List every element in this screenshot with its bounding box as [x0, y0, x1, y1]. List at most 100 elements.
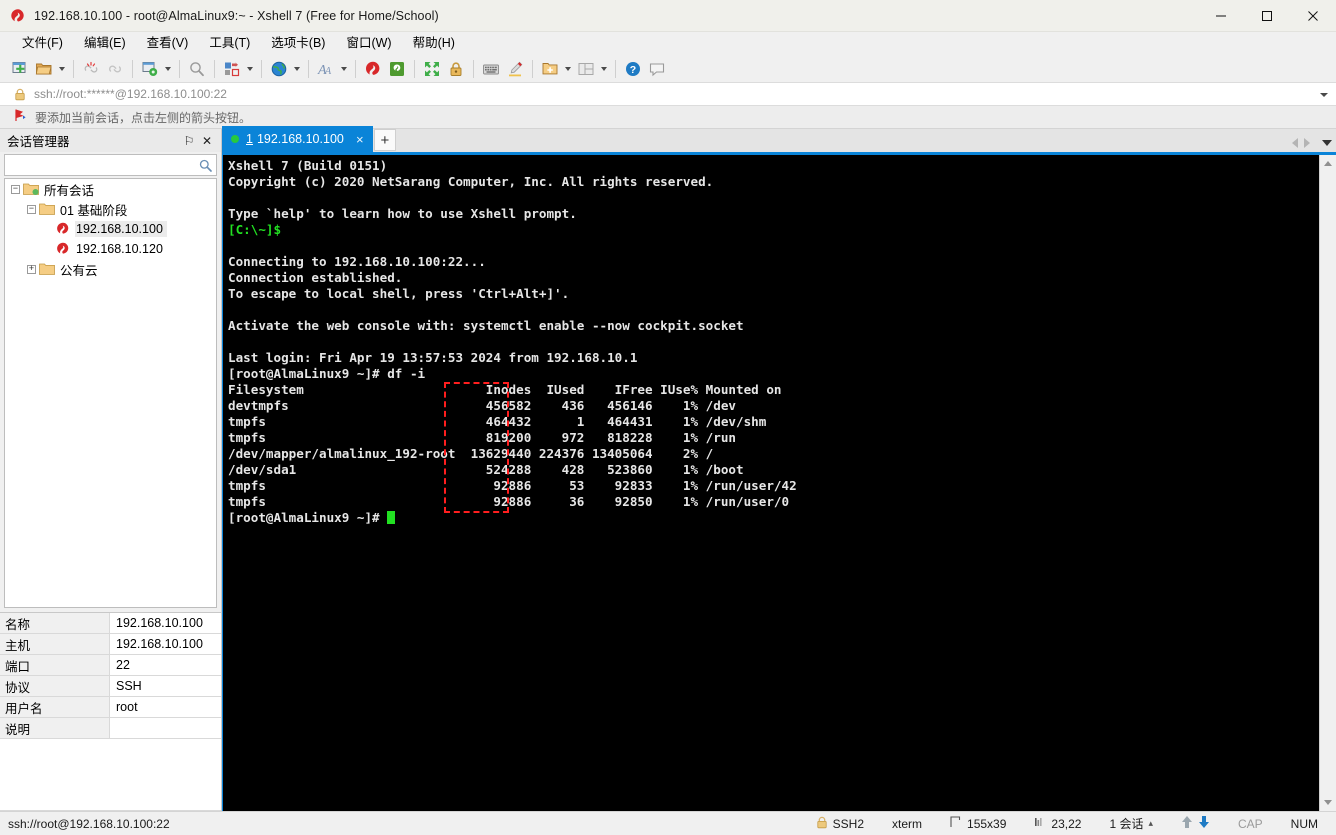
- search-input[interactable]: [5, 158, 216, 172]
- folder-icon: [39, 202, 55, 216]
- svg-text:?: ?: [630, 64, 636, 76]
- new-session-icon[interactable]: [8, 57, 32, 81]
- keyboard-icon[interactable]: [479, 57, 503, 81]
- main-body: 会话管理器 ⚐ ✕ − 所有会话 − 01 基础阶段 192.168.10.10…: [0, 126, 1336, 811]
- new-tab-button[interactable]: +: [373, 129, 396, 151]
- address-bar[interactable]: ssh://root:******@192.168.10.100:22: [0, 83, 1336, 106]
- table-row: 协议 SSH: [0, 676, 221, 697]
- property-value: 22: [110, 655, 221, 675]
- menu-edit[interactable]: 编辑(E): [75, 33, 135, 54]
- property-key: 主机: [0, 634, 110, 654]
- table-row: 名称 192.168.10.100: [0, 613, 221, 634]
- toolbar-separator: [179, 59, 180, 78]
- menu-help[interactable]: 帮助(H): [404, 33, 464, 54]
- notice-bar: 要添加当前会话，点击左侧的箭头按钮。: [0, 106, 1336, 129]
- status-termtype-cell: xterm: [878, 812, 936, 835]
- toolbar-separator: [355, 59, 356, 78]
- tree-node-group-public-cloud[interactable]: + 公有云: [5, 259, 216, 279]
- tab-list-icon[interactable]: [1322, 140, 1332, 146]
- find-icon[interactable]: [185, 57, 209, 81]
- menu-window[interactable]: 窗口(W): [337, 33, 400, 54]
- tree-node-group-basics[interactable]: − 01 基础阶段: [5, 199, 216, 219]
- tab-close-icon[interactable]: ×: [353, 132, 367, 147]
- xshell-icon[interactable]: [361, 57, 385, 81]
- connection-status-dot: [231, 135, 239, 143]
- property-key: 协议: [0, 676, 110, 696]
- menu-view[interactable]: 查看(V): [138, 33, 198, 54]
- status-size: 155x39: [967, 816, 1007, 831]
- pin-icon[interactable]: ⚐: [180, 132, 198, 150]
- table-row: 说明: [0, 718, 221, 739]
- minimize-button[interactable]: [1198, 0, 1244, 32]
- help-icon[interactable]: ?: [621, 57, 645, 81]
- close-icon[interactable]: ✕: [198, 132, 216, 150]
- menu-file[interactable]: 文件(F): [13, 33, 72, 54]
- address-input[interactable]: ssh://root:******@192.168.10.100:22: [34, 87, 227, 101]
- disconnect-icon[interactable]: [79, 57, 103, 81]
- session-tree[interactable]: − 所有会话 − 01 基础阶段 192.168.10.100 192.168.…: [4, 178, 217, 608]
- fullscreen-icon[interactable]: [420, 57, 444, 81]
- tab-bar: 1 192.168.10.100 × +: [222, 126, 1336, 155]
- open-folder-icon[interactable]: [32, 57, 56, 81]
- lock-icon[interactable]: [444, 57, 468, 81]
- session-properties-dropdown-icon[interactable]: [162, 57, 174, 81]
- session-search-box[interactable]: [4, 154, 217, 176]
- next-tab-icon[interactable]: [1304, 138, 1310, 148]
- terminal-wrapper: Xshell 7 (Build 0151) Copyright (c) 2020…: [222, 155, 1336, 811]
- upload-arrow-icon: [1181, 815, 1193, 832]
- layout-dropdown-icon[interactable]: [598, 57, 610, 81]
- terminal-scrollbar[interactable]: [1319, 155, 1336, 811]
- web-globe-dropdown-icon[interactable]: [291, 57, 303, 81]
- tree-node-session-100[interactable]: 192.168.10.100: [5, 219, 216, 239]
- scroll-down-icon[interactable]: [1320, 794, 1336, 811]
- tree-label: 01 基础阶段: [60, 203, 128, 218]
- tab-navigation: [1292, 138, 1332, 148]
- tree-label: 192.168.10.120: [76, 242, 163, 256]
- highlight-pen-icon[interactable]: [503, 57, 527, 81]
- maximize-button[interactable]: [1244, 0, 1290, 32]
- terminal-pane: 1 192.168.10.100 × + Xshell 7 (Build 015…: [222, 126, 1336, 811]
- transfer-file-dropdown-icon[interactable]: [244, 57, 256, 81]
- add-note-icon[interactable]: [538, 57, 562, 81]
- window-title: 192.168.10.100 - root@AlmaLinux9:~ - Xsh…: [34, 8, 439, 23]
- toolbar-separator: [261, 59, 262, 78]
- expander-icon[interactable]: −: [27, 204, 36, 214]
- chat-icon[interactable]: [645, 57, 669, 81]
- sessions-caret-icon[interactable]: ▴: [1148, 818, 1153, 829]
- download-arrow-icon: [1198, 815, 1210, 832]
- toolbar-separator: [532, 59, 533, 78]
- title-bar: 192.168.10.100 - root@AlmaLinux9:~ - Xsh…: [0, 0, 1336, 32]
- tree-node-all-sessions[interactable]: − 所有会话: [5, 179, 216, 199]
- menu-bar: 文件(F) 编辑(E) 查看(V) 工具(T) 选项卡(B) 窗口(W) 帮助(…: [0, 32, 1336, 55]
- web-globe-icon[interactable]: [267, 57, 291, 81]
- tree-node-session-120[interactable]: 192.168.10.120: [5, 239, 216, 259]
- transfer-file-icon[interactable]: [220, 57, 244, 81]
- font-icon[interactable]: A A: [314, 57, 338, 81]
- status-sessions-cell[interactable]: 1 会话 ▴: [1095, 812, 1167, 835]
- notice-text: 要添加当前会话，点击左侧的箭头按钮。: [35, 110, 252, 125]
- toolbar-separator: [214, 59, 215, 78]
- lock-icon: [816, 816, 828, 832]
- xftp-icon[interactable]: [385, 57, 409, 81]
- close-button[interactable]: [1290, 0, 1336, 32]
- menu-tabs[interactable]: 选项卡(B): [262, 33, 334, 54]
- terminal-screen[interactable]: Xshell 7 (Build 0151) Copyright (c) 2020…: [223, 155, 1319, 811]
- open-folder-dropdown-icon[interactable]: [56, 57, 68, 81]
- prev-tab-icon[interactable]: [1292, 138, 1298, 148]
- address-dropdown-icon[interactable]: [1320, 83, 1328, 106]
- expander-icon[interactable]: +: [27, 264, 36, 274]
- tab-label: 192.168.10.100: [256, 132, 344, 146]
- menu-tools[interactable]: 工具(T): [200, 33, 259, 54]
- tab-192-168-10-100[interactable]: 1 192.168.10.100 ×: [222, 126, 373, 152]
- scroll-up-icon[interactable]: [1320, 155, 1336, 172]
- status-protocol-cell: SSH2: [802, 812, 878, 835]
- cursor-position-icon: [1034, 816, 1046, 831]
- layout-icon[interactable]: [574, 57, 598, 81]
- toolbar-separator: [615, 59, 616, 78]
- font-dropdown-icon[interactable]: [338, 57, 350, 81]
- expander-icon[interactable]: −: [11, 184, 20, 194]
- reconnect-icon[interactable]: [103, 57, 127, 81]
- session-properties-icon[interactable]: [138, 57, 162, 81]
- add-note-dropdown-icon[interactable]: [562, 57, 574, 81]
- terminal-output: Xshell 7 (Build 0151) Copyright (c) 2020…: [228, 158, 797, 525]
